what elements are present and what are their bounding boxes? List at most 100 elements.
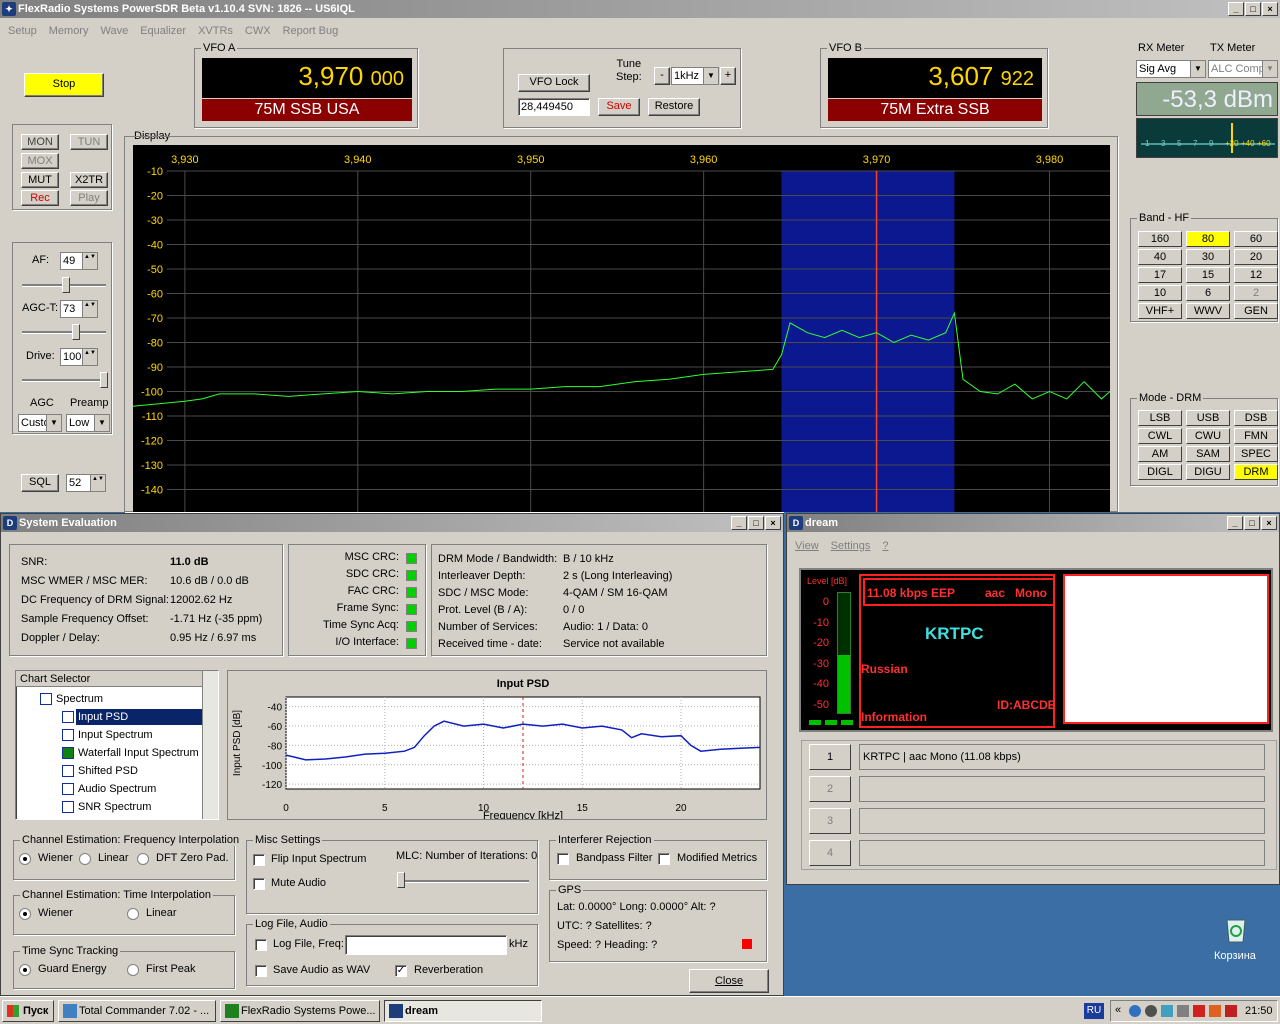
tray-icon-2[interactable] [1145, 1005, 1157, 1017]
tree-item-shifted-psd[interactable]: Shifted PSD [76, 763, 138, 779]
tree-item-input-psd[interactable]: Input PSD [76, 709, 202, 725]
menu-xvtrs[interactable]: XVTRs [198, 25, 233, 37]
maximize-button[interactable]: □ [1245, 2, 1261, 16]
drive-spinner[interactable]: 100 [60, 348, 98, 366]
band-button-10[interactable]: 10 [1138, 285, 1182, 301]
dream-close-button[interactable]: × [1261, 516, 1277, 530]
band-button-30[interactable]: 30 [1186, 249, 1230, 265]
ce-freq-wiener-radio[interactable] [19, 853, 31, 865]
chart-selector-tree[interactable]: Chart Selector Spectrum Input PSD Input Sp… [15, 670, 219, 820]
menu-equalizer[interactable]: Equalizer [140, 25, 186, 37]
dream-titlebar[interactable]: D dream _ □ × [787, 514, 1279, 532]
rx-meter-select[interactable]: Sig Avg [1136, 60, 1206, 78]
frequency-entry-field[interactable]: 28,449450 [518, 98, 590, 116]
close-dialog-button[interactable]: Close [689, 969, 769, 993]
tray-icon-1[interactable] [1129, 1005, 1141, 1017]
vfo-lock-button[interactable]: VFO Lock [518, 74, 590, 92]
mode-button-am[interactable]: AM [1138, 446, 1182, 462]
tray-icon-3[interactable] [1161, 1005, 1173, 1017]
ce-freq-dft-radio[interactable] [137, 853, 149, 865]
start-button[interactable]: Пуск [2, 1000, 54, 1022]
tx-meter-select[interactable]: ALC Comp [1208, 60, 1278, 78]
band-button-17[interactable]: 17 [1138, 267, 1182, 283]
band-button-2[interactable]: 2 [1234, 285, 1278, 301]
menu-memory[interactable]: Memory [49, 25, 89, 37]
mode-button-dsb[interactable]: DSB [1234, 410, 1278, 426]
dream-minimize-button[interactable]: _ [1227, 516, 1243, 530]
band-button-12[interactable]: 12 [1234, 267, 1278, 283]
ce-time-wiener-radio[interactable] [19, 908, 31, 920]
restore-button[interactable]: Restore [648, 98, 700, 116]
menu-setup[interactable]: Setup [8, 25, 37, 37]
band-button-15[interactable]: 15 [1186, 267, 1230, 283]
mode-button-digl[interactable]: DIGL [1138, 464, 1182, 480]
ce-time-linear-radio[interactable] [127, 908, 139, 920]
service-button-1[interactable]: 1 [809, 744, 851, 770]
tst-firstpeak-radio[interactable] [127, 964, 139, 976]
tree-item-waterfall-input-spectrum[interactable]: Waterfall Input Spectrum [76, 745, 199, 761]
rec-button[interactable]: Rec [21, 190, 59, 206]
mute-audio-checkbox[interactable] [253, 878, 265, 890]
taskbar-dream[interactable]: dream [384, 1000, 542, 1022]
band-button-40[interactable]: 40 [1138, 249, 1182, 265]
play-button[interactable]: Play [70, 190, 108, 206]
dream-maximize-button[interactable]: □ [1244, 516, 1260, 530]
mode-button-cwu[interactable]: CWU [1186, 428, 1230, 444]
band-button-160[interactable]: 160 [1138, 231, 1182, 247]
drive-slider[interactable] [100, 372, 108, 388]
af-spinner[interactable]: 49 [60, 252, 98, 270]
band-button-wwv[interactable]: WWV [1186, 303, 1230, 319]
log-freq-input[interactable] [345, 935, 507, 955]
band-button-gen[interactable]: GEN [1234, 303, 1278, 319]
af-slider[interactable] [62, 277, 70, 293]
tune-step-select[interactable]: 1kHz [671, 67, 719, 85]
tst-guard-radio[interactable] [19, 964, 31, 976]
tun-button[interactable]: TUN [70, 134, 108, 150]
mode-button-spec[interactable]: SPEC [1234, 446, 1278, 462]
mon-button[interactable]: MON [21, 134, 59, 150]
syseval-titlebar[interactable]: D System Evaluation _ □ × [1, 514, 783, 532]
ce-freq-linear-radio[interactable] [79, 853, 91, 865]
mode-button-sam[interactable]: SAM [1186, 446, 1230, 462]
vfob-frequency-display[interactable]: 3,607 922 [828, 58, 1042, 98]
save-wav-checkbox[interactable] [255, 965, 267, 977]
agc-select[interactable]: Custo [18, 414, 62, 432]
stop-button[interactable]: Stop [24, 73, 104, 97]
service-button-4[interactable]: 4 [809, 840, 851, 866]
tray-expand-icon[interactable]: « [1115, 1004, 1121, 1016]
syseval-maximize-button[interactable]: □ [748, 516, 764, 530]
tray-icon-7[interactable] [1225, 1005, 1237, 1017]
mode-button-drm[interactable]: DRM [1234, 464, 1278, 480]
band-button-vhfplus[interactable]: VHF+ [1138, 303, 1182, 319]
tray-icon-5[interactable] [1193, 1005, 1205, 1017]
log-freq-checkbox[interactable] [255, 939, 267, 951]
tree-item-spectrum[interactable]: Spectrum [54, 691, 103, 707]
mlc-slider[interactable] [397, 872, 405, 888]
agct-spinner[interactable]: 73 [60, 300, 98, 318]
sql-spinner[interactable]: 52 [66, 474, 106, 492]
tune-step-down-button[interactable]: - [654, 67, 670, 85]
band-button-80[interactable]: 80 [1186, 231, 1230, 247]
tree-item-audio-spectrum[interactable]: Audio Spectrum [76, 781, 156, 797]
save-button[interactable]: Save [598, 98, 640, 116]
panadapter-display[interactable]: -10 -20 -30 -40 -50 -60 -70 -80 -90 -100 -110 -120 -… [133, 145, 1110, 512]
mode-button-lsb[interactable]: LSB [1138, 410, 1182, 426]
preamp-select[interactable]: Low [66, 414, 110, 432]
menu-report-bug[interactable]: Report Bug [283, 25, 339, 37]
flip-spectrum-checkbox[interactable] [253, 854, 265, 866]
syseval-close-button[interactable]: × [765, 516, 781, 530]
mox-button[interactable]: MOX [21, 153, 59, 169]
bandpass-checkbox[interactable] [557, 853, 569, 865]
mode-button-digu[interactable]: DIGU [1186, 464, 1230, 480]
tree-item-input-spectrum[interactable]: Input Spectrum [76, 727, 153, 743]
band-button-20[interactable]: 20 [1234, 249, 1278, 265]
tray-icon-4[interactable] [1177, 1005, 1189, 1017]
mode-button-cwl[interactable]: CWL [1138, 428, 1182, 444]
mut-button[interactable]: MUT [21, 172, 59, 188]
minimize-button[interactable]: _ [1228, 2, 1244, 16]
taskbar-total-commander[interactable]: Total Commander 7.02 - ... [58, 1000, 216, 1022]
agct-slider[interactable] [72, 324, 80, 340]
tray-icon-6[interactable] [1209, 1005, 1221, 1017]
modified-metrics-checkbox[interactable] [658, 853, 670, 865]
mode-button-usb[interactable]: USB [1186, 410, 1230, 426]
